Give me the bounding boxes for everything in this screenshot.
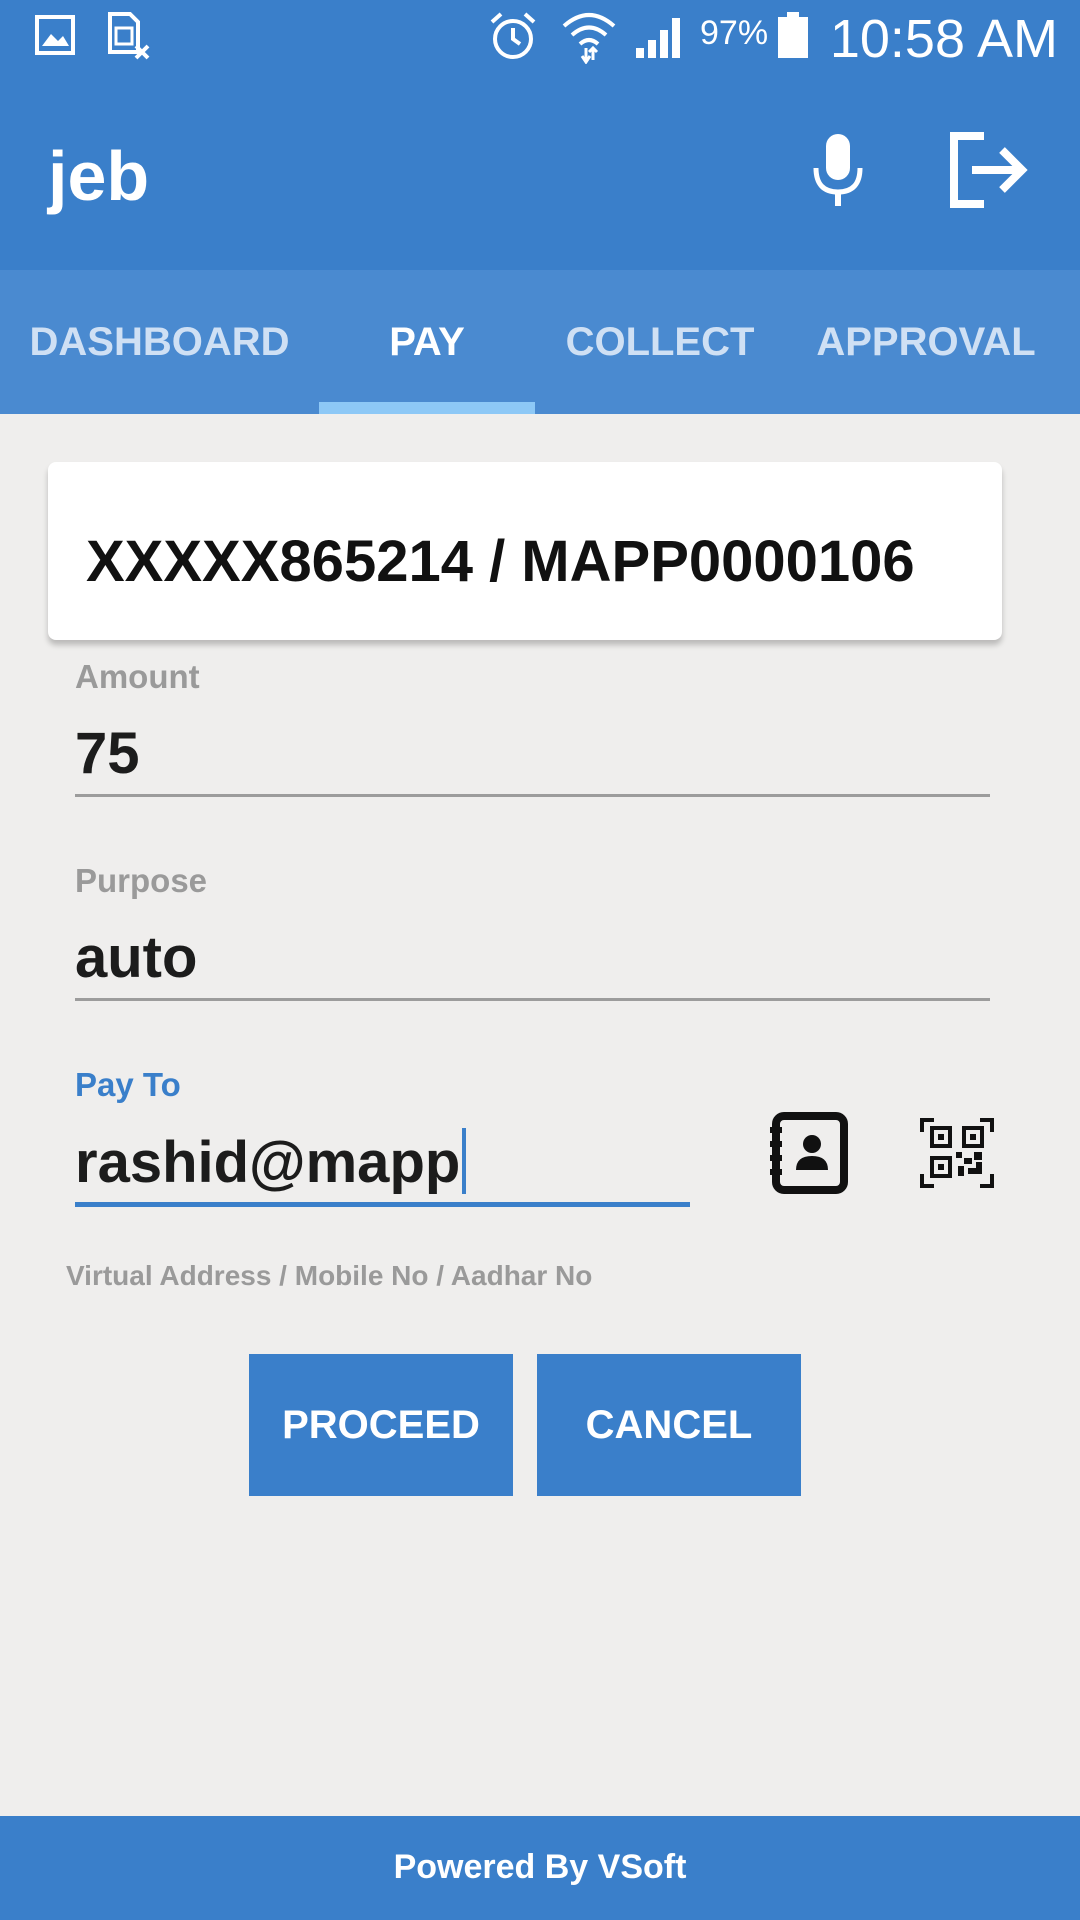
- tab-collect-label: COLLECT: [565, 320, 755, 364]
- battery-percent: 97%: [700, 14, 769, 52]
- tab-pay[interactable]: PAY: [319, 270, 535, 414]
- account-number: XXXXX865214 / MAPP0000106: [86, 529, 915, 594]
- contacts-book-icon[interactable]: [766, 1112, 850, 1199]
- battery-icon: [776, 10, 810, 65]
- tab-dashboard[interactable]: DASHBOARD: [0, 270, 319, 414]
- cancel-button[interactable]: CANCEL: [537, 1354, 801, 1496]
- signal-icon: [634, 14, 686, 65]
- tab-approval[interactable]: APPROVAL: [785, 270, 1067, 414]
- amount-underline: [75, 794, 990, 797]
- alarm-icon: [488, 10, 538, 67]
- purpose-underline: [75, 998, 990, 1001]
- purpose-field[interactable]: auto: [75, 924, 197, 991]
- footer: Powered By VSoft: [0, 1816, 1080, 1920]
- tab-bar: DASHBOARD PAY COLLECT APPROVAL: [0, 270, 1080, 414]
- tab-pay-label: PAY: [389, 320, 465, 364]
- pay-to-hint: Virtual Address / Mobile No / Aadhar No: [66, 1260, 593, 1291]
- pay-to-label: Pay To: [75, 1066, 181, 1103]
- pay-to-field[interactable]: rashid@mapp: [75, 1128, 467, 1196]
- tab-dashboard-label: DASHBOARD: [29, 320, 290, 364]
- qr-code-scan-icon[interactable]: [920, 1118, 994, 1193]
- microphone-icon[interactable]: [808, 128, 868, 218]
- powered-by-text: Powered By VSoft: [393, 1848, 687, 1886]
- logout-icon[interactable]: [944, 128, 1030, 214]
- app-title: jeb: [48, 137, 150, 215]
- clock: 10:58 AM: [829, 9, 1058, 69]
- amount-label: Amount: [75, 658, 200, 695]
- pay-to-value: rashid@mapp: [75, 1130, 461, 1195]
- proceed-button[interactable]: PROCEED: [249, 1354, 513, 1496]
- gallery-icon: [34, 14, 76, 61]
- purpose-label: Purpose: [75, 862, 208, 899]
- wifi-icon: [560, 8, 618, 69]
- app-bar: jeb: [0, 76, 1080, 270]
- amount-field[interactable]: 75: [75, 720, 140, 787]
- tab-collect[interactable]: COLLECT: [535, 270, 785, 414]
- sim-card-icon: [106, 12, 152, 65]
- account-selector[interactable]: XXXXX865214 / MAPP0000106: [48, 462, 1002, 640]
- pay-to-underline: [75, 1202, 690, 1207]
- active-tab-indicator: [319, 402, 535, 414]
- status-bar: 97% 10:58 AM: [0, 0, 1080, 76]
- tab-approval-label: APPROVAL: [816, 320, 1036, 364]
- text-cursor: [462, 1128, 467, 1194]
